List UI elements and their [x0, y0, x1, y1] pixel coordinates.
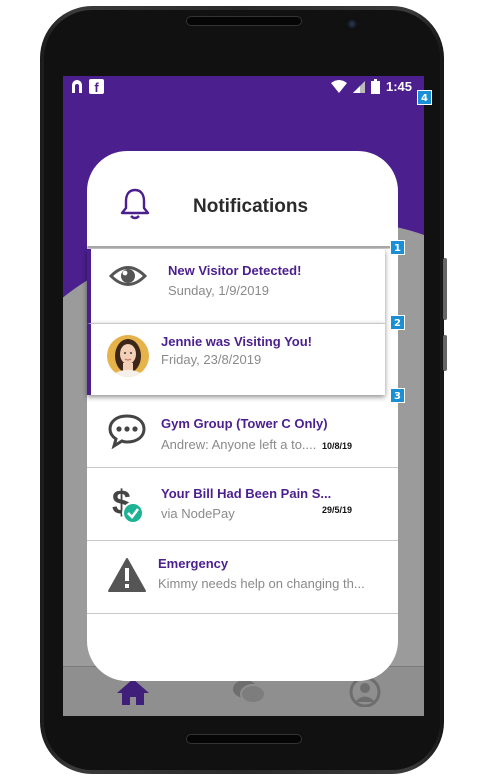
- marker-2: 2: [390, 315, 405, 330]
- earpiece-speaker: [186, 16, 302, 26]
- notification-subtitle: Andrew: Anyone left a to....: [161, 437, 317, 452]
- home-icon[interactable]: [115, 677, 151, 707]
- notification-n-icon: [72, 80, 82, 93]
- stage: node f 1:: [0, 0, 485, 780]
- marker-4: 4: [417, 90, 432, 105]
- notification-title: Jennie was Visiting You!: [161, 334, 312, 349]
- wifi-icon: [330, 79, 347, 93]
- notification-subtitle: Friday, 23/8/2019: [161, 352, 262, 367]
- notification-item-new-visitor[interactable]: New Visitor Detected! Sunday, 1/9/2019: [87, 249, 385, 323]
- notification-title: Your Bill Had Been Pain S...: [161, 486, 332, 501]
- front-camera-icon: [346, 18, 358, 30]
- facebook-icon: f: [89, 79, 104, 95]
- power-button: [443, 335, 447, 371]
- marker-1: 1: [390, 240, 405, 255]
- status-bar: f 1:45: [63, 76, 424, 100]
- notification-title: New Visitor Detected!: [168, 263, 302, 278]
- eye-icon: [109, 266, 147, 286]
- volume-button: [443, 258, 447, 320]
- notification-date: 10/8/19: [322, 441, 353, 451]
- bell-icon: [120, 188, 150, 220]
- notification-subtitle: Sunday, 1/9/2019: [168, 283, 269, 298]
- notification-subtitle: via NodePay: [161, 506, 235, 521]
- notification-date: 29/5/19: [322, 505, 353, 515]
- notification-title: Emergency: [158, 556, 229, 571]
- chat-icon: [108, 414, 146, 449]
- notification-title: Gym Group (Tower C Only): [161, 416, 328, 431]
- notification-item-jennie[interactable]: Jennie was Visiting You! Friday, 23/8/20…: [87, 323, 385, 395]
- warning-icon: [108, 558, 146, 592]
- card-title: Notifications: [193, 196, 309, 217]
- notification-item-emergency[interactable]: Emergency Kimmy needs help on changing t…: [87, 541, 398, 614]
- notification-item-gym[interactable]: Gym Group (Tower C Only) Andrew: Anyone …: [87, 395, 398, 468]
- avatar: [107, 335, 149, 377]
- signal-icon: [352, 80, 365, 93]
- notifications-card: Notifications Gym Group (Tower C Only) A…: [87, 151, 398, 681]
- battery-icon: [370, 79, 380, 94]
- bottom-speaker: [186, 734, 302, 744]
- marker-3: 3: [390, 388, 405, 403]
- dollar-check-icon: $: [112, 484, 144, 524]
- card-header: Notifications: [87, 151, 398, 246]
- marker-1-line: [88, 246, 390, 248]
- notification-item-bill[interactable]: $ Your Bill Had Been Pain S... via NodeP…: [87, 468, 398, 541]
- chat-bubbles-icon[interactable]: [231, 677, 267, 707]
- profile-icon[interactable]: [347, 677, 383, 707]
- notification-subtitle: Kimmy needs help on changing th...: [158, 576, 365, 591]
- status-time: 1:45: [385, 79, 412, 94]
